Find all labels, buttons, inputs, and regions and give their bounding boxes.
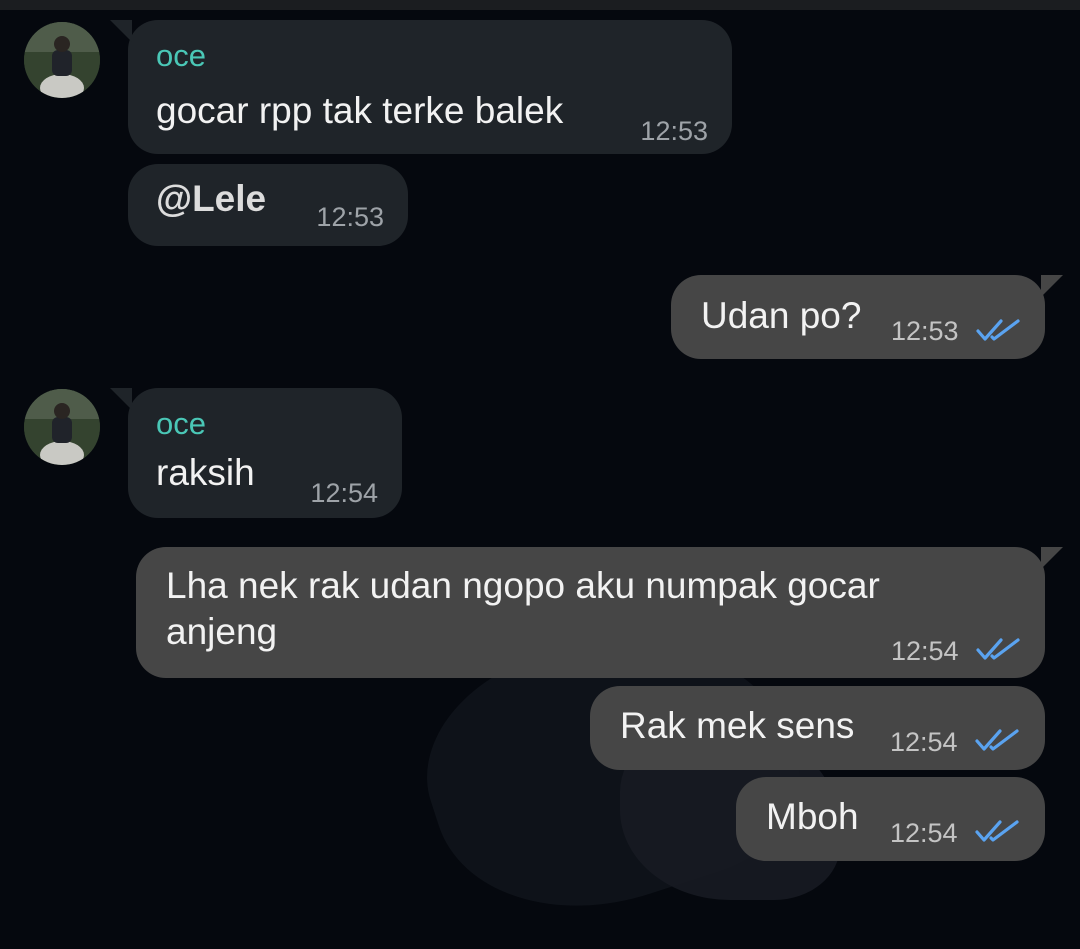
- double-check-icon: [975, 729, 1019, 751]
- message-text: gocar rpp tak terke balek: [156, 90, 564, 131]
- message-bubble-outgoing[interactable]: Udan po? 12:53: [671, 275, 1063, 359]
- message-text[interactable]: @Lele: [156, 176, 266, 222]
- message-bubble-outgoing[interactable]: Mboh 12:54: [736, 777, 1045, 861]
- avatar[interactable]: [24, 389, 100, 465]
- message-bubble-incoming[interactable]: oce gocar rpp tak terke balek 12:53: [110, 20, 732, 154]
- message-time: 12:53: [891, 316, 959, 346]
- sender-name[interactable]: oce: [156, 38, 206, 74]
- message-text: Rak mek sens: [620, 705, 855, 746]
- bubble-tail: [110, 388, 132, 410]
- bubble-tail: [110, 20, 132, 42]
- double-check-icon: [975, 820, 1019, 842]
- message-time: 12:53: [316, 202, 384, 232]
- message-text: raksih: [156, 452, 255, 493]
- message-bubble-incoming[interactable]: oce raksih 12:54: [110, 388, 402, 518]
- message-time: 12:54: [891, 636, 959, 666]
- message-time: 12:54: [890, 818, 958, 848]
- sender-name[interactable]: oce: [156, 406, 206, 442]
- double-check-icon: [976, 638, 1020, 660]
- bubble-tail: [1041, 547, 1063, 569]
- message-time: 12:53: [640, 116, 708, 146]
- avatar[interactable]: [24, 22, 100, 98]
- message-bubble-incoming[interactable]: @Lele 12:53: [128, 164, 408, 246]
- message-bubble-outgoing[interactable]: Rak mek sens 12:54: [590, 686, 1045, 770]
- status-bar-strip: [0, 0, 1080, 10]
- message-time: 12:54: [310, 478, 378, 508]
- bubble-tail: [1041, 275, 1063, 297]
- double-check-icon: [976, 319, 1020, 341]
- message-text: Udan po?: [701, 295, 862, 336]
- message-bubble-outgoing[interactable]: Lha nek rak udan ngopo aku numpak gocar …: [136, 547, 1063, 678]
- message-text: Lha nek rak udan ngopo aku numpak gocar …: [166, 565, 880, 652]
- message-text: Mboh: [766, 796, 859, 837]
- message-time: 12:54: [890, 727, 958, 757]
